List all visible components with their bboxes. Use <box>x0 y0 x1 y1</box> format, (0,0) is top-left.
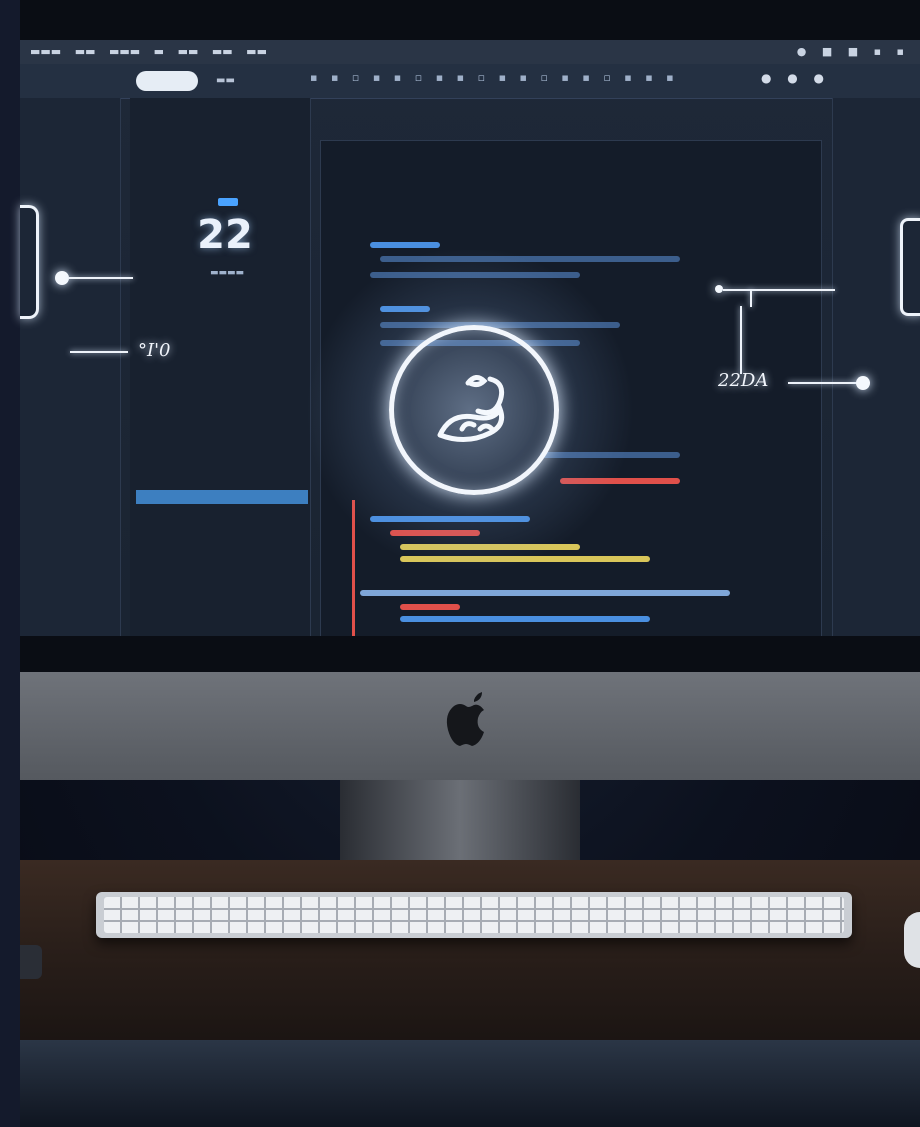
left-sidebar-panel <box>20 98 121 636</box>
menu-bar: ▬▬▬ ▬▬ ▬▬▬ ▬ ▬▬ ▬▬ ▬▬ ● ■ ■ ▪ ▪ <box>20 40 920 64</box>
big-number: 22 <box>197 212 253 258</box>
selected-list-row[interactable] <box>136 490 308 504</box>
callout-line <box>788 382 858 384</box>
code-line <box>400 616 650 622</box>
apple-logo-icon <box>446 692 484 746</box>
scene: ▬▬▬ ▬▬ ▬▬▬ ▬ ▬▬ ▬▬ ▬▬ ● ■ ■ ▪ ▪ ▬▬ ▪ ▪ ▫… <box>0 0 920 1127</box>
window-controls[interactable]: ● ● ● <box>761 71 830 85</box>
callout-label-left: °I'0 <box>138 340 171 361</box>
menu-item[interactable]: ▬▬ <box>246 45 267 58</box>
toolbar-item[interactable]: ▬▬ <box>216 71 235 91</box>
callout-dot <box>55 271 69 285</box>
menu-item[interactable]: ▬▬ <box>75 45 96 58</box>
number-badge <box>218 198 238 206</box>
menu-item[interactable]: ▬▬ <box>178 45 199 58</box>
menu-tray-icons: ● ■ ■ ▪ ▪ <box>796 45 910 58</box>
glyph-icon <box>437 375 505 442</box>
callout-line <box>740 306 742 374</box>
code-line <box>400 604 460 610</box>
callout-dot <box>856 376 870 390</box>
keyboard <box>96 892 852 938</box>
right-sidebar-panel <box>832 98 920 636</box>
callout-line <box>750 289 752 307</box>
left-edge-strip <box>0 0 20 1127</box>
big-number-caption: ▬▬▬▬ <box>209 268 244 278</box>
menu-item[interactable]: ▬▬▬ <box>109 45 140 58</box>
callout-label-right: 22DA <box>718 370 769 391</box>
callout-dot <box>715 285 723 293</box>
keyboard-keys <box>104 897 844 933</box>
callout-line <box>70 351 128 353</box>
callout-line <box>723 289 835 291</box>
speaker <box>20 945 42 979</box>
toolbar: ▬▬ ▪ ▪ ▫ ▪ ▪ ▫ ▪ ▪ ▫ ▪ ▪ ▫ ▪ ▪ ▫ ▪ ▪ ▪ ●… <box>20 64 920 99</box>
keyboard-row-divider <box>104 908 844 910</box>
mouse <box>904 912 920 968</box>
document-icon <box>20 205 39 319</box>
menu-item[interactable]: ▬ <box>154 45 164 58</box>
menu-items: ▬▬▬ ▬▬ ▬▬▬ ▬ ▬▬ ▬▬ ▬▬ <box>30 40 277 64</box>
document-icon <box>900 218 920 316</box>
toolbar-icon-row[interactable]: ▪ ▪ ▫ ▪ ▪ ▫ ▪ ▪ ▫ ▪ ▪ ▫ ▪ ▪ ▫ ▪ ▪ ▪ <box>310 71 679 84</box>
desk-surface <box>20 860 920 1050</box>
code-line <box>370 242 440 248</box>
callout-line <box>69 277 133 279</box>
desk-front-edge <box>20 1040 920 1127</box>
menu-item[interactable]: ▬▬ <box>212 45 233 58</box>
keyboard-row-divider <box>104 920 844 922</box>
code-line <box>360 590 730 596</box>
toolbar-pill-button[interactable] <box>136 71 198 91</box>
menu-item[interactable]: ▬▬▬ <box>30 45 61 58</box>
file-panel <box>130 98 311 636</box>
